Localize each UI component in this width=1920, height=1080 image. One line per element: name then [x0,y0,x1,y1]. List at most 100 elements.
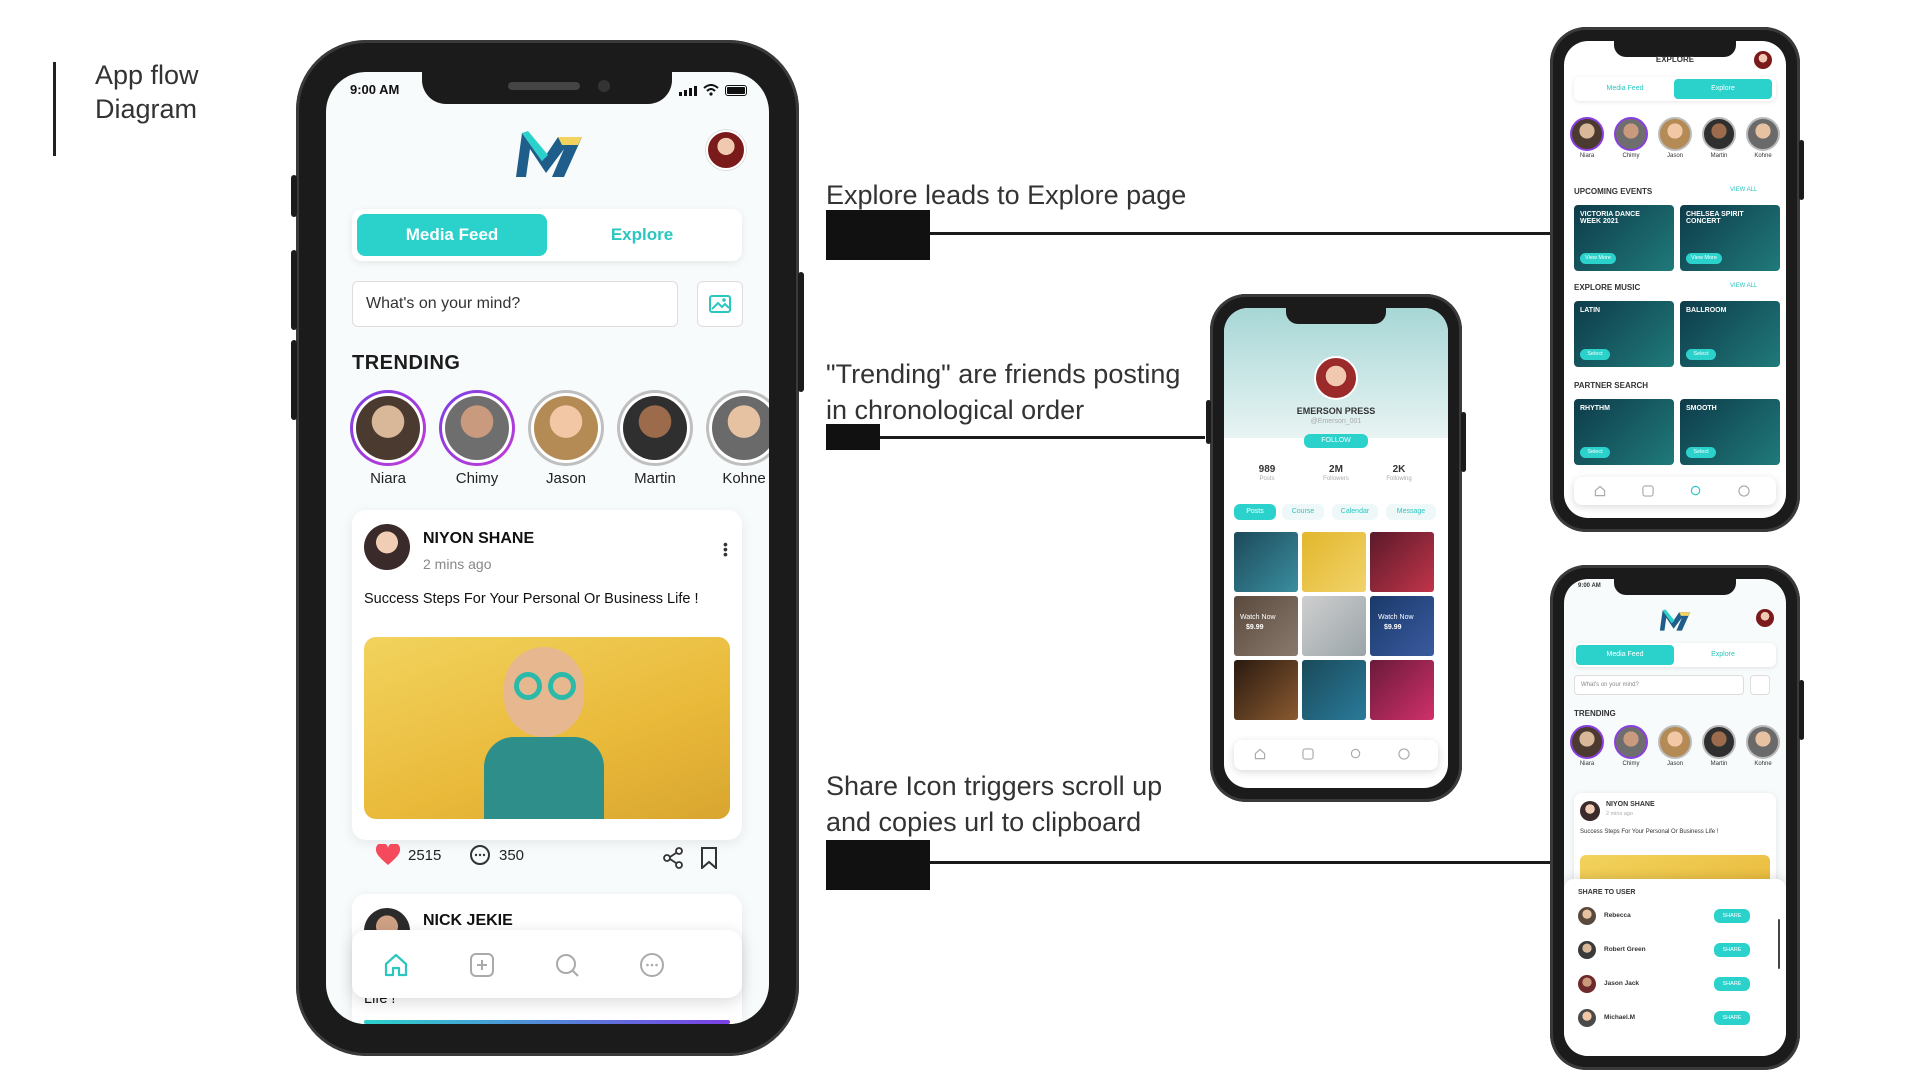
profile-handle: @Emerson_001 [1310,418,1362,425]
story-item[interactable]: Niara [1570,725,1604,767]
media-tile[interactable] [1302,660,1366,720]
post-author-avatar[interactable] [1580,801,1600,821]
home-icon[interactable] [383,952,409,978]
add-post-icon[interactable] [1302,748,1314,760]
select-button[interactable]: Select [1686,349,1716,360]
share-button[interactable]: SHARE [1714,909,1750,923]
partner-search-heading: PARTNER SEARCH [1574,381,1649,390]
tab-media-feed[interactable]: Media Feed [1576,645,1674,665]
story-item[interactable]: Martin [1702,725,1736,767]
story-item[interactable]: Kohne [1746,725,1780,767]
story-item[interactable]: Niara [1570,117,1604,159]
tab-message[interactable]: Message [1386,504,1436,520]
messages-icon[interactable] [1398,748,1410,760]
status-icons [679,84,747,96]
stat-label: Followers [1323,476,1349,482]
share-button[interactable]: SHARE [1714,943,1750,957]
status-composer-input[interactable]: What's on your mind? [352,281,678,327]
media-tile[interactable]: Watch Now $9.99 [1234,596,1298,656]
tab-calendar[interactable]: Calendar [1332,504,1378,520]
sheet-scrollbar[interactable] [1778,919,1780,969]
partner-card[interactable]: RHYTHM Select [1574,399,1674,465]
tab-media-feed[interactable]: Media Feed [357,214,547,256]
home-icon[interactable] [1254,748,1266,760]
share-icon[interactable] [662,847,684,869]
story-avatar [623,396,687,460]
comment-counter[interactable]: 350 [469,844,524,866]
media-tile[interactable] [1234,660,1298,720]
status-composer-input[interactable]: What's on your mind? [1574,675,1744,695]
story-item[interactable]: Kohne [1746,117,1780,159]
tab-explore[interactable]: Explore [547,214,737,256]
select-button[interactable]: Select [1580,447,1610,458]
follow-button[interactable]: FOLLOW [1304,434,1368,448]
partner-card[interactable]: SMOOTH Select [1680,399,1780,465]
post-author-name[interactable]: NIYON SHANE [423,530,534,548]
tab-media-feed[interactable]: Media Feed [1576,79,1674,99]
story-item[interactable]: Martin [617,390,693,487]
media-tile[interactable] [1302,532,1366,592]
select-button[interactable]: Select [1580,349,1610,360]
view-all-link[interactable]: VIEW ALL [1730,283,1757,289]
trending-heading: TRENDING [1574,709,1616,718]
add-photo-button[interactable] [697,281,743,327]
select-button[interactable]: Select [1686,447,1716,458]
upcoming-events-heading: UPCOMING EVENTS [1574,187,1653,196]
view-all-link[interactable]: VIEW ALL [1730,187,1757,193]
user-avatar [1578,1009,1596,1027]
like-counter[interactable]: 2515 [376,844,441,866]
tab-explore[interactable]: Explore [1674,645,1772,665]
annotation-marker [826,210,930,260]
view-more-button[interactable]: View More [1686,253,1722,264]
story-item[interactable]: Kohne [706,390,769,487]
view-more-button[interactable]: View More [1580,253,1616,264]
phone-side-button [1206,400,1211,444]
media-tile[interactable] [1234,532,1298,592]
messages-icon[interactable] [639,952,665,978]
story-item[interactable]: Chimy [1614,117,1648,159]
tab-course[interactable]: Course [1282,504,1324,520]
post-more-icon[interactable]: • • • [723,537,728,561]
add-photo-button[interactable] [1750,675,1770,695]
tab-explore[interactable]: Explore [1674,79,1772,99]
messages-icon[interactable] [1738,485,1750,497]
media-tile[interactable] [1370,532,1434,592]
music-card[interactable]: LATIN Select [1574,301,1674,367]
story-name: Jason [545,470,587,487]
add-post-icon[interactable] [469,952,495,978]
bookmark-icon[interactable] [700,847,718,869]
search-icon[interactable] [1690,485,1702,497]
story-item[interactable]: Jason [1658,725,1692,767]
story-name: Kohne [1754,153,1772,159]
event-card[interactable]: VICTORIA DANCE WEEK 2021 View More [1574,205,1674,271]
home-icon[interactable] [1594,485,1606,497]
event-card[interactable]: CHELSEA SPIRIT CONCERT View More [1680,205,1780,271]
post-image[interactable] [364,637,730,819]
story-item[interactable]: Chimy [439,390,515,487]
story-item[interactable]: Niara [350,390,426,487]
tab-posts[interactable]: Posts [1234,504,1276,520]
share-sheet [1564,879,1786,1056]
add-post-icon[interactable] [1642,485,1654,497]
search-icon[interactable] [554,952,580,978]
media-tile[interactable]: Watch Now $9.99 [1370,596,1434,656]
search-icon[interactable] [1350,748,1362,760]
story-item[interactable]: Jason [528,390,604,487]
media-tile[interactable] [1302,596,1366,656]
share-button[interactable]: SHARE [1714,1011,1750,1025]
phone-side-button [291,175,297,217]
profile-avatar[interactable] [1756,609,1774,627]
post-author-name[interactable]: NIYON SHANE [1606,801,1655,808]
explore-screen: EXPLORE Media Feed Explore Niara Chimy J… [1564,41,1786,518]
music-card[interactable]: BALLROOM Select [1680,301,1780,367]
media-tile[interactable] [1370,660,1434,720]
story-item[interactable]: Martin [1702,117,1736,159]
share-button[interactable]: SHARE [1714,977,1750,991]
profile-avatar[interactable] [1754,51,1772,69]
profile-avatar[interactable] [706,130,746,170]
post-author-name[interactable]: NICK JEKIE [423,912,513,930]
story-item[interactable]: Chimy [1614,725,1648,767]
connector-line [930,232,1550,235]
story-item[interactable]: Jason [1658,117,1692,159]
post-author-avatar[interactable] [364,524,410,570]
